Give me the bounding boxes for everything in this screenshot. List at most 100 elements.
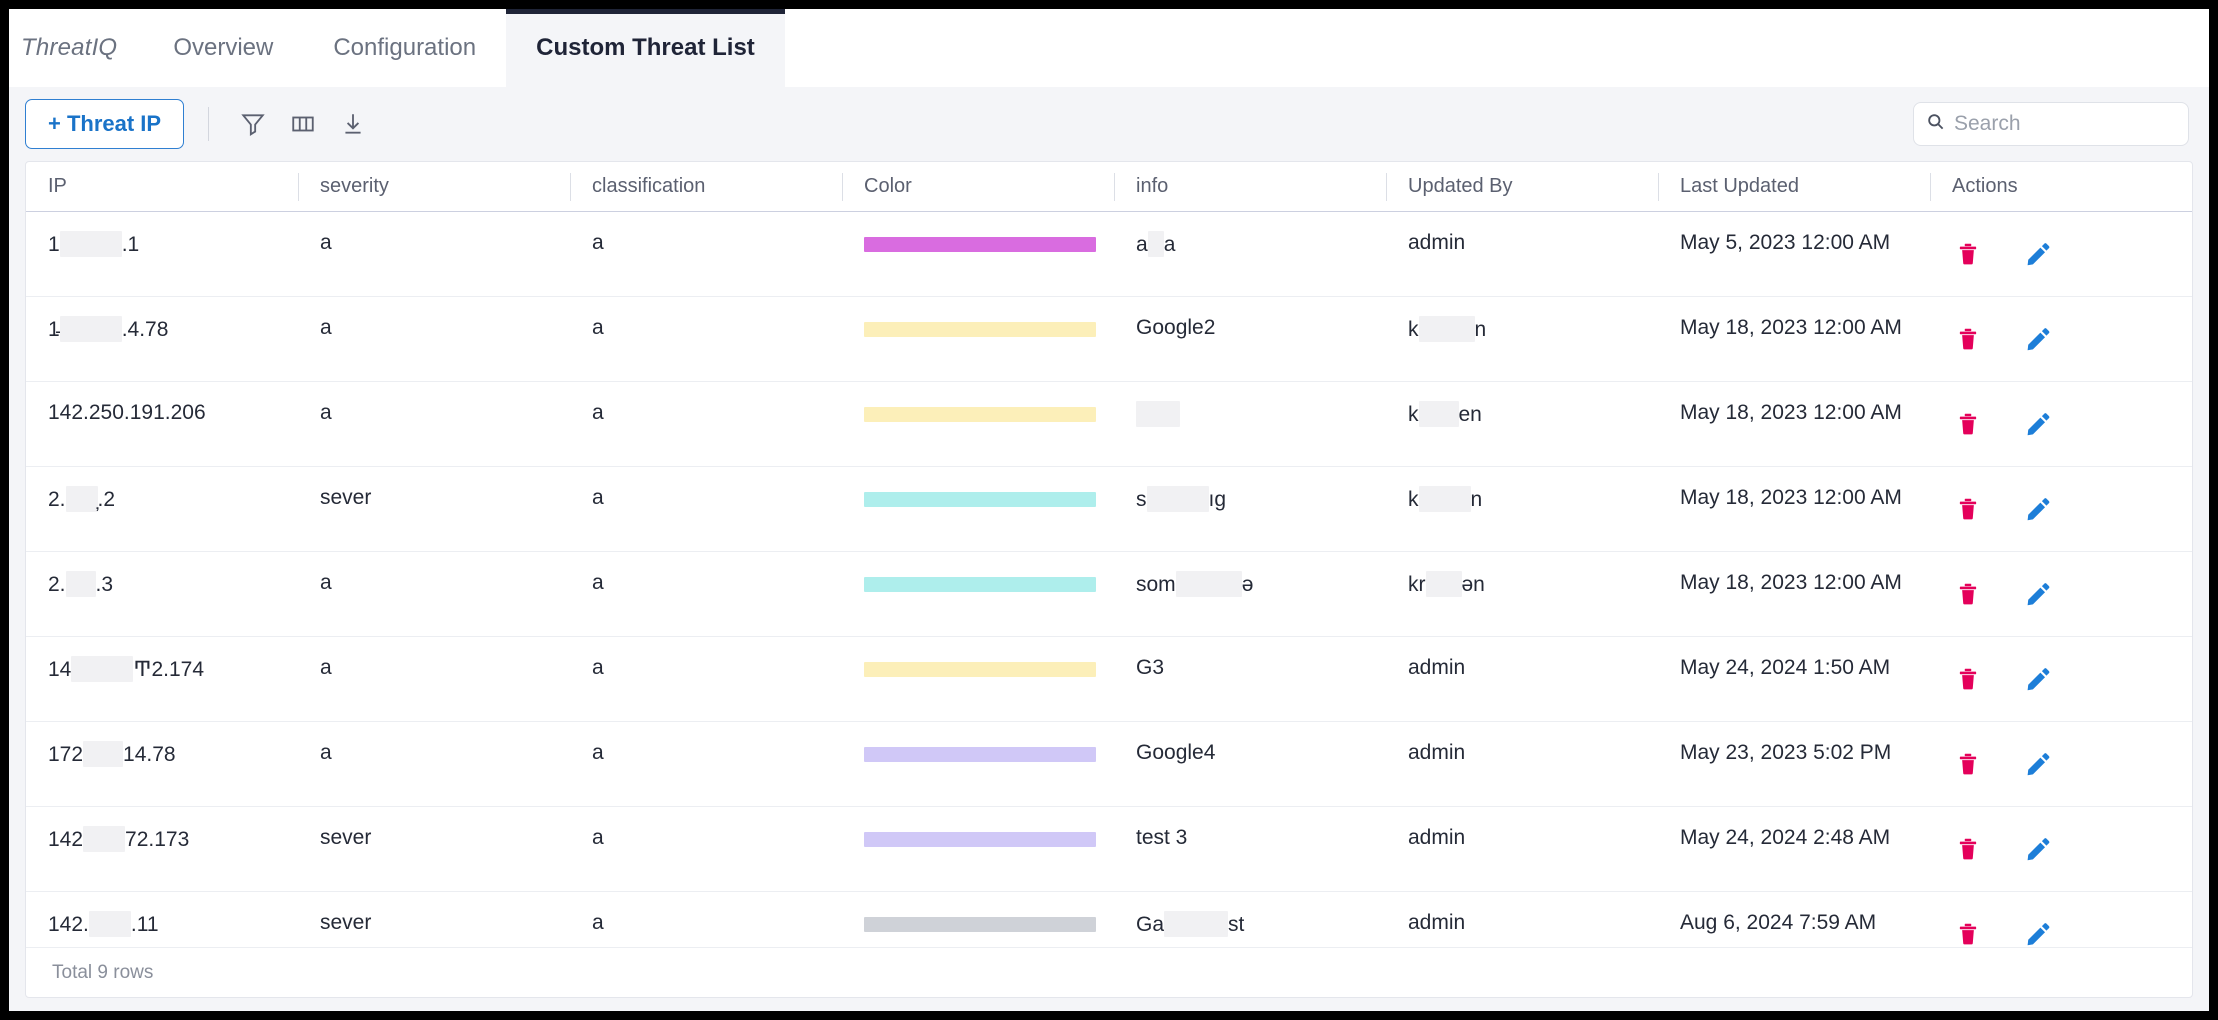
column-header-updated-by[interactable]: Updated By bbox=[1386, 169, 1658, 205]
trash-icon bbox=[1955, 751, 1981, 777]
info-value: G3 bbox=[1136, 656, 1164, 680]
cell-info: aa bbox=[1114, 212, 1386, 296]
redaction-block bbox=[83, 741, 123, 767]
cell-ip: 1̵.4.78 bbox=[26, 297, 298, 381]
edit-row-button[interactable] bbox=[2022, 238, 2054, 270]
cell-actions bbox=[1930, 467, 2192, 551]
ip-value-text: 1 bbox=[48, 233, 60, 256]
cell-last-updated: May 5, 2023 12:00 AM bbox=[1658, 212, 1930, 296]
redaction-block bbox=[83, 826, 125, 852]
updated-by-value-text: k bbox=[1408, 403, 1419, 426]
updated-by-value: admin bbox=[1408, 741, 1465, 765]
cell-actions bbox=[1930, 807, 2192, 891]
ip-value-text-suffix: ̦.2 bbox=[98, 488, 116, 511]
cell-last-updated: Aug 6, 2024 7:59 AM bbox=[1658, 892, 1930, 947]
ip-value-text-suffix: .11 bbox=[131, 913, 159, 936]
cell-severity: a bbox=[298, 212, 570, 296]
redaction-block bbox=[1148, 231, 1164, 257]
delete-row-button[interactable] bbox=[1952, 663, 1984, 695]
cell-severity: a bbox=[298, 297, 570, 381]
cell-updated-by: admin bbox=[1386, 212, 1658, 296]
delete-row-button[interactable] bbox=[1952, 918, 1984, 947]
table-row[interactable]: 14Ͳ2.174aaG3adminMay 24, 2024 1:50 AM bbox=[26, 637, 2192, 722]
updated-by-value: admin bbox=[1408, 231, 1465, 255]
cell-severity: a bbox=[298, 552, 570, 636]
search-box[interactable] bbox=[1913, 102, 2189, 146]
edit-row-button[interactable] bbox=[2022, 748, 2054, 780]
column-header-info[interactable]: info bbox=[1114, 169, 1386, 205]
column-header-actions: Actions bbox=[1930, 169, 2192, 205]
delete-row-button[interactable] bbox=[1952, 748, 1984, 780]
ip-value-text: 2. bbox=[48, 573, 66, 596]
color-swatch bbox=[864, 917, 1096, 932]
color-swatch bbox=[864, 407, 1096, 422]
color-swatch bbox=[864, 492, 1096, 507]
search-input[interactable] bbox=[1954, 112, 2176, 136]
column-header-ip[interactable]: IP bbox=[26, 169, 298, 205]
table-row[interactable]: 2.̦.2severasıgknMay 18, 2023 12:00 AM bbox=[26, 467, 2192, 552]
cell-info bbox=[1114, 382, 1386, 466]
cell-info: Google2 bbox=[1114, 297, 1386, 381]
cell-classification: a bbox=[570, 807, 842, 891]
trash-icon bbox=[1955, 666, 1981, 692]
info-value-text: s bbox=[1136, 488, 1147, 511]
pencil-icon bbox=[2025, 836, 2051, 862]
redaction-block bbox=[1164, 911, 1228, 937]
cell-classification: a bbox=[570, 552, 842, 636]
cell-color bbox=[842, 467, 1114, 551]
column-header-color[interactable]: Color bbox=[842, 169, 1114, 205]
table-row[interactable]: 142.250.191.206aakenMay 18, 2023 12:00 A… bbox=[26, 382, 2192, 467]
ip-value-text-suffix: .3 bbox=[96, 573, 114, 596]
edit-row-button[interactable] bbox=[2022, 408, 2054, 440]
ip-value: 142.250.191.206 bbox=[48, 401, 206, 425]
color-swatch bbox=[864, 237, 1096, 252]
redaction-block bbox=[1419, 401, 1459, 427]
ip-value-text: 2. bbox=[48, 488, 66, 511]
updated-by-value-text-suffix: n bbox=[1471, 488, 1483, 511]
tab-custom-threat-list[interactable]: Custom Threat List bbox=[506, 9, 785, 87]
column-header-severity[interactable]: severity bbox=[298, 169, 570, 205]
table-row[interactable]: 1̵.4.78aaGoogle2knMay 18, 2023 12:00 AM bbox=[26, 297, 2192, 382]
table-header-row: IP severity classification Color info Up… bbox=[26, 162, 2192, 212]
filter-icon[interactable] bbox=[231, 102, 275, 146]
delete-row-button[interactable] bbox=[1952, 323, 1984, 355]
edit-row-button[interactable] bbox=[2022, 323, 2054, 355]
edit-row-button[interactable] bbox=[2022, 833, 2054, 865]
info-value: Google2 bbox=[1136, 316, 1215, 340]
table-row[interactable]: 17214.78aaGoogle4adminMay 23, 2023 5:02 … bbox=[26, 722, 2192, 807]
table-row[interactable]: 1.1aaaaadminMay 5, 2023 12:00 AM bbox=[26, 212, 2192, 297]
delete-row-button[interactable] bbox=[1952, 578, 1984, 610]
cell-classification: a bbox=[570, 297, 842, 381]
tab-overview[interactable]: Overview bbox=[143, 9, 303, 87]
redaction-block bbox=[66, 486, 98, 512]
table-row[interactable]: 2..3aasoməkrənMay 18, 2023 12:00 AM bbox=[26, 552, 2192, 637]
cell-actions bbox=[1930, 892, 2192, 947]
columns-icon[interactable] bbox=[281, 102, 325, 146]
cell-color bbox=[842, 212, 1114, 296]
download-icon[interactable] bbox=[331, 102, 375, 146]
add-threat-ip-button[interactable]: + Threat IP bbox=[25, 99, 184, 149]
cell-info: Google4 bbox=[1114, 722, 1386, 806]
column-header-last-updated[interactable]: Last Updated bbox=[1658, 169, 1930, 205]
redaction-block bbox=[71, 656, 133, 682]
edit-row-button[interactable] bbox=[2022, 578, 2054, 610]
delete-row-button[interactable] bbox=[1952, 408, 1984, 440]
updated-by-value: admin bbox=[1408, 656, 1465, 680]
edit-row-button[interactable] bbox=[2022, 663, 2054, 695]
cell-actions bbox=[1930, 382, 2192, 466]
table-body: 1.1aaaaadminMay 5, 2023 12:00 AM1̵.4.78a… bbox=[26, 212, 2192, 947]
tab-configuration[interactable]: Configuration bbox=[303, 9, 506, 87]
info-value-text: a bbox=[1136, 233, 1148, 256]
delete-row-button[interactable] bbox=[1952, 493, 1984, 525]
color-swatch bbox=[864, 577, 1096, 592]
edit-row-button[interactable] bbox=[2022, 918, 2054, 947]
delete-row-button[interactable] bbox=[1952, 833, 1984, 865]
delete-row-button[interactable] bbox=[1952, 238, 1984, 270]
table-row[interactable]: 142..11severaGastadminAug 6, 2024 7:59 A… bbox=[26, 892, 2192, 947]
info-value-text: som bbox=[1136, 573, 1176, 596]
info-value-text: test 3 bbox=[1136, 826, 1187, 849]
info-value-text: Ga bbox=[1136, 913, 1164, 936]
table-row[interactable]: 14272.173severatest 3adminMay 24, 2024 2… bbox=[26, 807, 2192, 892]
edit-row-button[interactable] bbox=[2022, 493, 2054, 525]
column-header-classification[interactable]: classification bbox=[570, 169, 842, 205]
